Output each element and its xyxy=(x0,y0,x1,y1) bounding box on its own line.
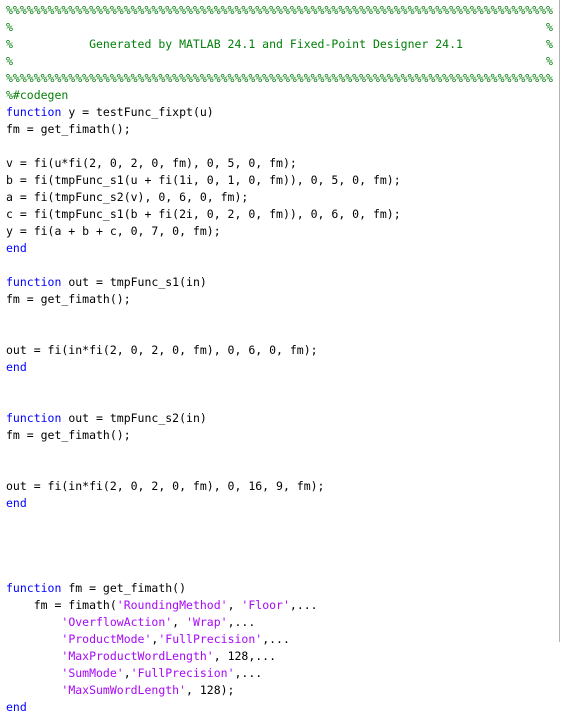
code-content[interactable]: %%%%%%%%%%%%%%%%%%%%%%%%%%%%%%%%%%%%%%%%… xyxy=(0,0,553,716)
code-token-str: 'Floor' xyxy=(241,598,290,612)
code-token-pln: fm = get_fimath(); xyxy=(6,122,131,136)
code-line: % Generated by MATLAB 24.1 and Fixed-Poi… xyxy=(6,36,553,53)
code-token-str: 'MaxSumWordLength' xyxy=(61,683,187,697)
code-token-pln: fm = fimath( xyxy=(6,598,117,612)
code-token-pln: v = fi(u*fi(2, 0, 2, 0, fm), 0, 5, 0, fm… xyxy=(6,156,297,170)
code-token-cmt: %#codegen xyxy=(6,88,69,102)
code-token-str: 'Wrap' xyxy=(186,615,228,629)
code-token-pln: y = testFunc_fixpt(u) xyxy=(61,105,214,119)
code-line: end xyxy=(6,359,553,376)
code-token-pln: ,... xyxy=(227,615,256,629)
code-line: fm = get_fimath(); xyxy=(6,427,553,444)
code-line: end xyxy=(6,495,553,512)
code-line: end xyxy=(6,240,553,257)
code-line: 'SumMode','FullPrecision',... xyxy=(6,665,553,682)
code-token-kw: function xyxy=(6,105,62,119)
code-token-pln: ,... xyxy=(289,598,318,612)
code-token-pln: ,... xyxy=(234,666,263,680)
code-line: %#codegen xyxy=(6,87,553,104)
code-line: y = fi(a + b + c, 0, 7, 0, fm); xyxy=(6,223,553,240)
code-line: % % xyxy=(6,19,553,36)
code-token-str: 'FullPrecision' xyxy=(130,666,235,680)
code-token-cmt: % Generated by MATLAB 24.1 and Fixed-Poi… xyxy=(6,37,553,51)
code-token-cmt: % % xyxy=(6,54,553,68)
code-token-pln: , 128,... xyxy=(213,649,277,663)
code-token-str: 'SumMode' xyxy=(61,666,124,680)
code-token-cmt: % % xyxy=(6,20,553,34)
code-token-kw: end xyxy=(6,241,27,255)
code-token-pln: out = fi(in*fi(2, 0, 2, 0, fm), 0, 6, 0,… xyxy=(6,343,318,357)
code-token-pln: fm = get_fimath(); xyxy=(6,428,131,442)
code-token-cmt: %%%%%%%%%%%%%%%%%%%%%%%%%%%%%%%%%%%%%%%%… xyxy=(6,3,553,17)
code-token-str: 'MaxProductWordLength' xyxy=(61,649,214,663)
code-line: v = fi(u*fi(2, 0, 2, 0, fm), 0, 5, 0, fm… xyxy=(6,155,553,172)
code-token-str: 'RoundingMethod' xyxy=(116,598,228,612)
code-line: function out = tmpFunc_s1(in) xyxy=(6,274,553,291)
code-token-kw: end xyxy=(6,496,27,510)
code-line: function fm = get_fimath() xyxy=(6,580,553,597)
code-token-pln xyxy=(6,632,61,646)
code-token-pln: a = fi(tmpFunc_s2(v), 0, 6, 0, fm); xyxy=(6,190,249,204)
code-token-pln: out = tmpFunc_s2(in) xyxy=(61,411,207,425)
code-line: end xyxy=(6,699,553,716)
code-line: 'MaxProductWordLength', 128,... xyxy=(6,648,553,665)
code-token-pln xyxy=(6,666,61,680)
code-line: 'OverflowAction', 'Wrap',... xyxy=(6,614,553,631)
code-token-pln: b = fi(tmpFunc_s1(u + fi(1i, 0, 1, 0, fm… xyxy=(6,173,401,187)
code-line: out = fi(in*fi(2, 0, 2, 0, fm), 0, 16, 9… xyxy=(6,478,553,495)
code-token-pln: out = fi(in*fi(2, 0, 2, 0, fm), 0, 16, 9… xyxy=(6,479,325,493)
code-token-pln: y = fi(a + b + c, 0, 7, 0, fm); xyxy=(6,224,221,238)
text-limit-ruler xyxy=(559,0,560,642)
code-token-pln xyxy=(6,649,61,663)
code-token-pln: , xyxy=(172,615,187,629)
code-token-kw: function xyxy=(6,581,62,595)
code-line: a = fi(tmpFunc_s2(v), 0, 6, 0, fm); xyxy=(6,189,553,206)
matlab-code-editor[interactable]: %%%%%%%%%%%%%%%%%%%%%%%%%%%%%%%%%%%%%%%%… xyxy=(0,0,568,714)
code-line: b = fi(tmpFunc_s1(u + fi(1i, 0, 1, 0, fm… xyxy=(6,172,553,189)
code-line: c = fi(tmpFunc_s1(b + fi(2i, 0, 2, 0, fm… xyxy=(6,206,553,223)
code-token-kw: function xyxy=(6,411,62,425)
code-token-pln: , 128); xyxy=(186,683,235,697)
code-token-pln: ,... xyxy=(262,632,290,646)
code-token-str: 'ProductMode' xyxy=(61,632,152,646)
code-token-kw: function xyxy=(6,275,62,289)
code-token-pln: fm = get_fimath() xyxy=(61,581,187,595)
code-token-kw: end xyxy=(6,360,27,374)
code-line: %%%%%%%%%%%%%%%%%%%%%%%%%%%%%%%%%%%%%%%%… xyxy=(6,70,553,87)
code-token-cmt: %%%%%%%%%%%%%%%%%%%%%%%%%%%%%%%%%%%%%%%%… xyxy=(6,71,553,85)
code-token-pln xyxy=(6,615,61,629)
code-line: out = fi(in*fi(2, 0, 2, 0, fm), 0, 6, 0,… xyxy=(6,342,553,359)
code-line: fm = get_fimath(); xyxy=(6,291,553,308)
code-token-str: 'FullPrecision' xyxy=(158,632,263,646)
code-line: fm = fimath('RoundingMethod', 'Floor',..… xyxy=(6,597,553,614)
code-token-pln: fm = get_fimath(); xyxy=(6,292,131,306)
code-token-pln xyxy=(6,683,61,697)
code-line: 'ProductMode','FullPrecision',... xyxy=(6,631,553,648)
code-token-kw: end xyxy=(6,700,27,714)
code-line: 'MaxSumWordLength', 128); xyxy=(6,682,553,699)
code-line: % % xyxy=(6,53,553,70)
code-line: %%%%%%%%%%%%%%%%%%%%%%%%%%%%%%%%%%%%%%%%… xyxy=(6,2,553,19)
code-token-str: 'OverflowAction' xyxy=(61,615,173,629)
code-token-pln: , xyxy=(123,666,131,680)
code-line: function out = tmpFunc_s2(in) xyxy=(6,410,553,427)
code-token-pln: out = tmpFunc_s1(in) xyxy=(61,275,207,289)
code-token-pln: , xyxy=(227,598,242,612)
code-line: function y = testFunc_fixpt(u) xyxy=(6,104,553,121)
code-token-pln: c = fi(tmpFunc_s1(b + fi(2i, 0, 2, 0, fm… xyxy=(6,207,401,221)
code-line: fm = get_fimath(); xyxy=(6,121,553,138)
